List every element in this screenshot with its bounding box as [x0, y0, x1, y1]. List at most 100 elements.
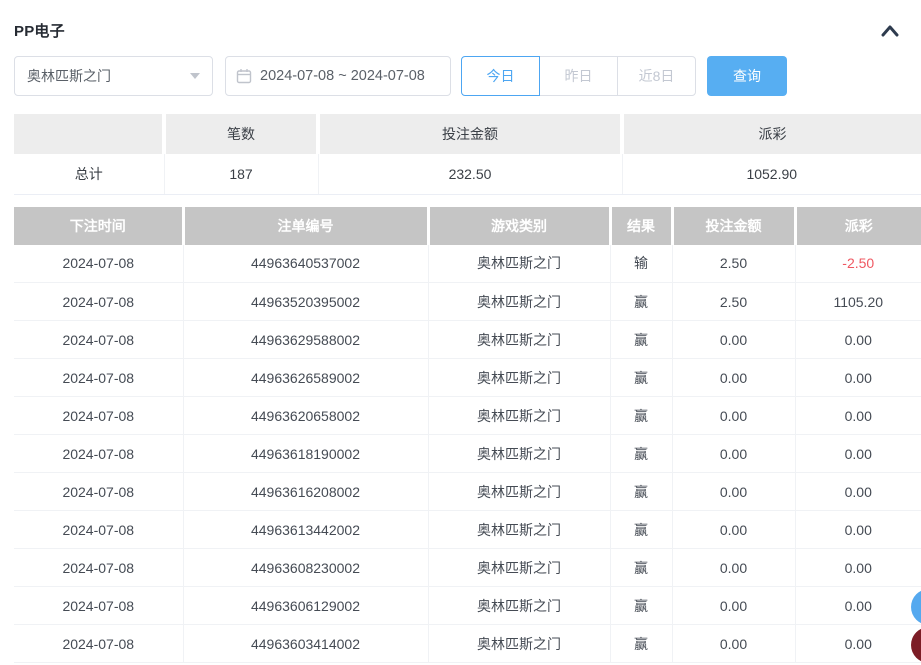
table-row: 2024-07-0844963608230002奥林匹斯之门赢0.000.00	[14, 549, 921, 587]
cell-game: 奥林匹斯之门	[428, 321, 610, 359]
filter-bar: 奥林匹斯之门 2024-07-08 ~ 2024-07-08 今日 昨日 近8日…	[14, 56, 921, 96]
cell-game: 奥林匹斯之门	[428, 511, 610, 549]
cell-bet: 0.00	[672, 549, 795, 587]
report-panel: PP电子 奥林匹斯之门 2024-07-08 ~ 2024	[0, 0, 921, 665]
header-order-number: 注单编号	[183, 207, 428, 245]
cell-date: 2024-07-08	[14, 473, 183, 511]
cell-order-no: 44963613442002	[183, 511, 428, 549]
cell-bet: 0.00	[672, 359, 795, 397]
cell-order-no: 44963620658002	[183, 397, 428, 435]
game-select[interactable]: 奥林匹斯之门	[14, 56, 213, 96]
cell-game: 奥林匹斯之门	[428, 283, 610, 321]
bet-records-table: 下注时间 注单编号 游戏类别 结果 投注金额 派彩 2024-07-084496…	[14, 207, 921, 664]
cell-payout: 0.00	[795, 473, 921, 511]
cell-order-no: 44963626589002	[183, 359, 428, 397]
summary-count-value: 187	[164, 154, 318, 194]
cell-result: 赢	[610, 511, 672, 549]
cell-game: 奥林匹斯之门	[428, 625, 610, 663]
cell-bet: 0.00	[672, 511, 795, 549]
summary-header-count: 笔数	[164, 114, 318, 154]
cell-bet: 0.00	[672, 587, 795, 625]
cell-game: 奥林匹斯之门	[428, 359, 610, 397]
cell-result: 赢	[610, 625, 672, 663]
header-bet-time: 下注时间	[14, 207, 183, 245]
quick-range-button-group: 今日 昨日 近8日	[461, 56, 696, 96]
cell-result: 输	[610, 245, 672, 283]
cell-date: 2024-07-08	[14, 359, 183, 397]
game-select-value: 奥林匹斯之门	[27, 66, 111, 86]
summary-header-payout: 派彩	[622, 114, 921, 154]
cell-payout: 0.00	[795, 435, 921, 473]
cell-bet: 0.00	[672, 625, 795, 663]
cell-result: 赢	[610, 435, 672, 473]
summary-total-row: 总计 187 232.50 1052.90	[14, 154, 921, 194]
cell-order-no: 44963520395002	[183, 283, 428, 321]
table-row: 2024-07-0844963618190002奥林匹斯之门赢0.000.00	[14, 435, 921, 473]
summary-payout-value: 1052.90	[622, 154, 921, 194]
cell-payout: 0.00	[795, 587, 921, 625]
cell-bet: 0.00	[672, 397, 795, 435]
cell-payout: 1105.20	[795, 283, 921, 321]
cell-payout: 0.00	[795, 321, 921, 359]
last-8-days-button[interactable]: 近8日	[617, 56, 696, 96]
bet-table-header-row: 下注时间 注单编号 游戏类别 结果 投注金额 派彩	[14, 207, 921, 245]
cell-order-no: 44963606129002	[183, 587, 428, 625]
summary-header-row: 笔数 投注金额 派彩	[14, 114, 921, 154]
cell-game: 奥林匹斯之门	[428, 435, 610, 473]
header-game-category: 游戏类别	[428, 207, 610, 245]
today-button[interactable]: 今日	[461, 56, 540, 96]
table-row: 2024-07-0844963626589002奥林匹斯之门赢0.000.00	[14, 359, 921, 397]
cell-payout: 0.00	[795, 511, 921, 549]
cell-game: 奥林匹斯之门	[428, 473, 610, 511]
chevron-down-icon	[190, 73, 200, 79]
cell-date: 2024-07-08	[14, 625, 183, 663]
cell-bet: 0.00	[672, 435, 795, 473]
cell-game: 奥林匹斯之门	[428, 245, 610, 283]
table-row: 2024-07-0844963603414002奥林匹斯之门赢0.000.00	[14, 625, 921, 663]
summary-bet-amount-value: 232.50	[318, 154, 622, 194]
cell-result: 赢	[610, 283, 672, 321]
cell-payout: 0.00	[795, 625, 921, 663]
cell-payout: 0.00	[795, 359, 921, 397]
cell-bet: 2.50	[672, 245, 795, 283]
cell-game: 奥林匹斯之门	[428, 397, 610, 435]
cell-date: 2024-07-08	[14, 283, 183, 321]
cell-date: 2024-07-08	[14, 511, 183, 549]
cell-order-no: 44963603414002	[183, 625, 428, 663]
query-button[interactable]: 查询	[707, 56, 787, 96]
cell-result: 赢	[610, 549, 672, 587]
cell-date: 2024-07-08	[14, 245, 183, 283]
summary-header-bet-amount: 投注金额	[318, 114, 622, 154]
table-row: 2024-07-0844963629588002奥林匹斯之门赢0.000.00	[14, 321, 921, 359]
header-result: 结果	[610, 207, 672, 245]
cell-date: 2024-07-08	[14, 587, 183, 625]
panel-header: PP电子	[14, 0, 921, 41]
header-bet-amount: 投注金额	[672, 207, 795, 245]
cell-order-no: 44963616208002	[183, 473, 428, 511]
calendar-icon	[236, 68, 252, 84]
yesterday-button[interactable]: 昨日	[539, 56, 618, 96]
cell-result: 赢	[610, 587, 672, 625]
table-row: 2024-07-0844963640537002奥林匹斯之门输2.50-2.50	[14, 245, 921, 283]
table-row: 2024-07-0844963620658002奥林匹斯之门赢0.000.00	[14, 397, 921, 435]
cell-date: 2024-07-08	[14, 435, 183, 473]
cell-result: 赢	[610, 473, 672, 511]
cell-date: 2024-07-08	[14, 321, 183, 359]
cell-date: 2024-07-08	[14, 397, 183, 435]
cell-game: 奥林匹斯之门	[428, 549, 610, 587]
cell-payout: 0.00	[795, 549, 921, 587]
cell-payout: -2.50	[795, 245, 921, 283]
table-row: 2024-07-0844963606129002奥林匹斯之门赢0.000.00	[14, 587, 921, 625]
table-row: 2024-07-0844963520395002奥林匹斯之门赢2.501105.…	[14, 283, 921, 321]
cell-order-no: 44963608230002	[183, 549, 428, 587]
cell-result: 赢	[610, 321, 672, 359]
cell-order-no: 44963618190002	[183, 435, 428, 473]
summary-table: 笔数 投注金额 派彩 总计 187 232.50 1052.90	[14, 114, 921, 195]
cell-result: 赢	[610, 397, 672, 435]
date-range-input[interactable]: 2024-07-08 ~ 2024-07-08	[225, 56, 451, 96]
collapse-panel-button[interactable]	[879, 22, 901, 39]
bet-table-body: 2024-07-0844963640537002奥林匹斯之门输2.50-2.50…	[14, 245, 921, 663]
table-row: 2024-07-0844963613442002奥林匹斯之门赢0.000.00	[14, 511, 921, 549]
cell-result: 赢	[610, 359, 672, 397]
cell-bet: 2.50	[672, 283, 795, 321]
